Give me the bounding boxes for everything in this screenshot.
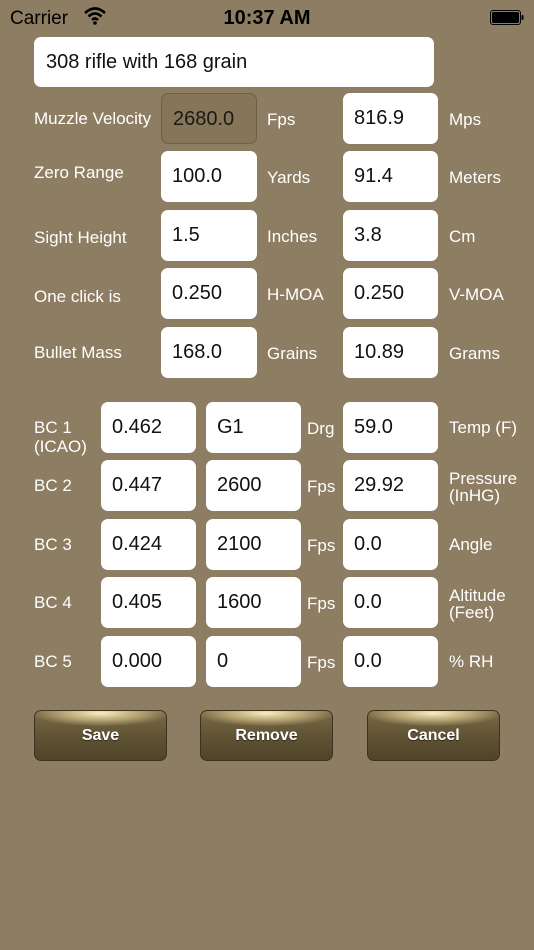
- bc-row-label-line1: BC 2: [34, 476, 72, 495]
- bc-row-label: BC 3: [34, 535, 72, 554]
- battery-icon: [490, 10, 524, 25]
- bc-value-field[interactable]: 0.447: [101, 460, 196, 511]
- atmo-label-line2: (Feet): [449, 603, 495, 622]
- bc-speed-unit-label: Drg: [307, 419, 335, 438]
- bc-row-label-line1: BC 5: [34, 652, 72, 671]
- row-unit2-label: Grams: [449, 344, 500, 363]
- clock: 10:37 AM: [223, 7, 311, 29]
- row-unit1-label: Inches: [267, 227, 318, 246]
- row-value1-field[interactable]: 0.250: [161, 268, 257, 319]
- atmo-value-field[interactable]: 0.0: [343, 577, 438, 628]
- bc-value-field[interactable]: 0.424: [101, 519, 196, 570]
- row-unit2-label: Mps: [449, 110, 482, 129]
- remove-button[interactable]: Remove: [200, 710, 333, 761]
- row-value2-field[interactable]: 0.250: [343, 268, 438, 319]
- bc-row-label: BC 5: [34, 652, 72, 671]
- row-unit2-label: Meters: [449, 168, 501, 187]
- bc-row-label-line1: BC 3: [34, 535, 72, 554]
- bc-speed-field[interactable]: 2100: [206, 519, 301, 570]
- row-value1-field: 2680.0: [161, 93, 257, 144]
- row-unit1-label: Grains: [267, 344, 318, 363]
- bc-speed-unit-label: Fps: [307, 653, 336, 672]
- atmo-label-line1: Temp (F): [449, 418, 517, 437]
- row-value2-field[interactable]: 816.9: [343, 93, 438, 144]
- atmo-label-line1: % RH: [449, 652, 494, 671]
- bc-row-label: BC 2: [34, 476, 72, 495]
- status-bar: Carrier 10:37 AM: [0, 0, 534, 36]
- bc-speed-unit-label: Fps: [307, 594, 336, 613]
- bc-value-field[interactable]: 0.405: [101, 577, 196, 628]
- bc-row-label-line1: BC 4: [34, 593, 72, 612]
- atmo-value-field[interactable]: 29.92: [343, 460, 438, 511]
- atmo-label: % RH: [449, 653, 493, 670]
- atmo-label-line2: (InHG): [449, 486, 500, 505]
- row-value1-field[interactable]: 100.0: [161, 151, 257, 202]
- row-unit1-label: Fps: [267, 110, 296, 129]
- atmo-value-field[interactable]: 59.0: [343, 402, 438, 453]
- bc-row-label: BC 4: [34, 593, 72, 612]
- row-value2-field[interactable]: 91.4: [343, 151, 438, 202]
- profile-name-input[interactable]: 308 rifle with 168 grain: [34, 37, 434, 87]
- row-value1-field[interactable]: 1.5: [161, 210, 257, 261]
- row-unit2-label: Cm: [449, 227, 476, 246]
- bc-value-field[interactable]: 0.000: [101, 636, 196, 687]
- bc-speed-field[interactable]: G1: [206, 402, 301, 453]
- bc-speed-field[interactable]: 2600: [206, 460, 301, 511]
- row-unit1-label: Yards: [267, 168, 311, 187]
- row-label: Sight Height: [34, 228, 127, 247]
- row-label: Bullet Mass: [34, 343, 122, 362]
- atmo-label-line1: Pressure: [449, 469, 518, 488]
- atmo-value-field[interactable]: 0.0: [343, 519, 438, 570]
- atmo-label: Altitude (Feet): [449, 587, 506, 621]
- atmo-label-line1: Altitude: [449, 586, 506, 605]
- bc-speed-unit-label: Fps: [307, 477, 336, 496]
- row-label: One click is: [34, 287, 121, 306]
- bc-value-field[interactable]: 0.462: [101, 402, 196, 453]
- atmo-label-line1: Angle: [449, 535, 493, 554]
- bc-row-label-line2: (ICAO): [34, 437, 87, 456]
- row-value1-field[interactable]: 168.0: [161, 327, 257, 378]
- row-unit1-label: H-MOA: [267, 285, 324, 304]
- bc-speed-field[interactable]: 0: [206, 636, 301, 687]
- cancel-button[interactable]: Cancel: [367, 710, 500, 761]
- row-value2-field[interactable]: 10.89: [343, 327, 438, 378]
- bc-row-label-line1: BC 1: [34, 418, 72, 437]
- save-button[interactable]: Save: [34, 710, 167, 761]
- row-label: Muzzle Velocity: [34, 109, 152, 128]
- row-label: Zero Range: [34, 163, 124, 182]
- atmo-value-field[interactable]: 0.0: [343, 636, 438, 687]
- atmo-label: Temp (F): [449, 419, 517, 436]
- row-unit2-label: V-MOA: [449, 285, 504, 304]
- atmo-label: Pressure (InHG): [449, 470, 517, 504]
- bc-speed-unit-label: Fps: [307, 536, 336, 555]
- row-value2-field[interactable]: 3.8: [343, 210, 438, 261]
- atmo-label: Angle: [449, 536, 492, 553]
- bc-speed-field[interactable]: 1600: [206, 577, 301, 628]
- bc-row-label: BC 1 (ICAO): [34, 418, 87, 456]
